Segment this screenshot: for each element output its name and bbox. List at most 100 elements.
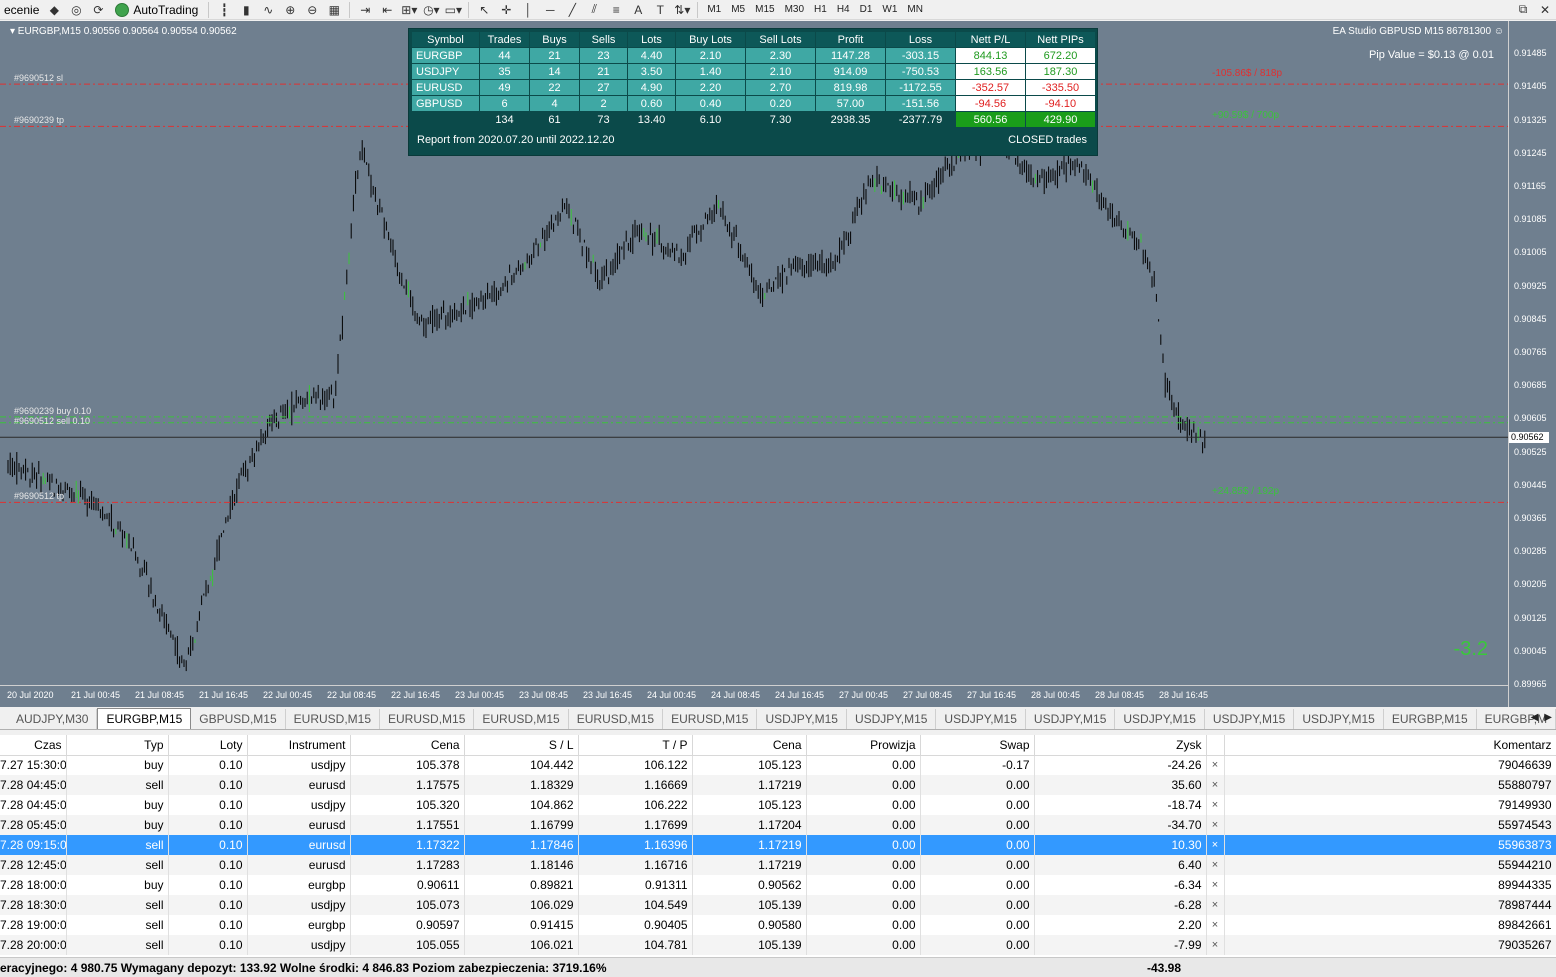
text-icon[interactable]: A [627, 1, 649, 19]
stats-cell-profit: 1147.28 [815, 47, 886, 64]
price-chart[interactable]: ▾ EURGBP,M15 0.90556 0.90564 0.90554 0.9… [0, 21, 1556, 707]
time-tick: 23 Jul 00:45 [455, 690, 505, 700]
column-header[interactable] [1206, 735, 1225, 756]
trade-row[interactable]: 7.28 19:00:00sell0.10eurgbp0.905970.9141… [0, 915, 1556, 935]
arrows-icon[interactable]: ⇅▾ [671, 1, 693, 19]
close-order-icon[interactable]: × [1206, 915, 1225, 935]
trade-cell: sell [66, 835, 169, 855]
cursor-icon[interactable]: ↖ [473, 1, 495, 19]
timeframe-mn[interactable]: MN [902, 1, 928, 19]
column-header[interactable]: Typ [66, 735, 169, 756]
timeframe-h4[interactable]: H4 [832, 1, 855, 19]
zoom-in-icon[interactable]: ⊕ [279, 1, 301, 19]
restore-icon[interactable]: ⧉ [1512, 1, 1534, 19]
close-order-icon[interactable]: × [1206, 835, 1225, 855]
column-header[interactable]: Cena [692, 735, 807, 756]
column-header[interactable]: Swap [920, 735, 1035, 756]
indicators-icon[interactable]: ⊞▾ [398, 1, 420, 19]
column-header[interactable]: Cena [350, 735, 465, 756]
close-order-icon[interactable]: × [1206, 775, 1225, 795]
timeframe-m30[interactable]: M30 [780, 1, 809, 19]
time-axis[interactable]: 20 Jul 2020 21 Jul 00:45 21 Jul 08:45 21 Ju… [0, 685, 1508, 707]
folder-icon[interactable]: ◆ [43, 1, 65, 19]
price-axis[interactable]: 0.91485 0.91405 0.91325 0.91245 0.91165 0.910… [1508, 21, 1556, 707]
stats-cell-nett-pl: 844.13 [955, 47, 1026, 64]
chart-tab[interactable]: USDJPY,M15 [936, 709, 1026, 729]
profiles-icon[interactable]: ◎ [65, 1, 87, 19]
trade-row[interactable]: 7.28 20:00:00sell0.10usdjpy105.055106.02… [0, 935, 1556, 955]
chart-tab[interactable]: USDJPY,M15 [847, 709, 937, 729]
chart-tab[interactable]: EURUSD,M15 [663, 709, 758, 729]
price-tick: 0.90845 [1514, 313, 1547, 324]
tile-windows-icon[interactable]: ▦ [323, 1, 345, 19]
column-header[interactable]: Loty [168, 735, 248, 756]
close-order-icon[interactable]: × [1206, 795, 1225, 815]
column-header[interactable]: Czas [0, 735, 67, 756]
chart-tab[interactable]: USDJPY,M15 [1205, 709, 1295, 729]
column-header[interactable]: Prowizja [806, 735, 921, 756]
timeframe-m15[interactable]: M15 [750, 1, 779, 19]
column-header[interactable]: T / P [578, 735, 693, 756]
channel-icon[interactable]: ⫽ [583, 1, 605, 19]
timeframe-m5[interactable]: M5 [726, 1, 750, 19]
trade-row[interactable]: 7.27 15:30:00buy0.10usdjpy105.378104.442… [0, 755, 1556, 775]
chart-tab[interactable]: EURUSD,M15 [474, 709, 569, 729]
fibonacci-icon[interactable]: ≡ [605, 1, 627, 19]
line-chart-icon[interactable]: ∿ [257, 1, 279, 19]
timeframe-m1[interactable]: M1 [702, 1, 726, 19]
close-order-icon[interactable]: × [1206, 895, 1225, 915]
chart-tab[interactable]: USDJPY,M15 [757, 709, 847, 729]
close-order-icon[interactable]: × [1206, 875, 1225, 895]
trade-row[interactable]: 7.28 12:45:00sell0.10eurusd1.172831.1814… [0, 855, 1556, 875]
zoom-out-icon[interactable]: ⊖ [301, 1, 323, 19]
autotrading-button[interactable]: AutoTrading [109, 2, 204, 17]
timeframe-d1[interactable]: D1 [855, 1, 878, 19]
chart-tab[interactable]: USDJPY,M15 [1026, 709, 1116, 729]
chart-tab[interactable]: EURGBP,M15 [97, 708, 192, 729]
trade-row[interactable]: 7.28 18:30:00sell0.10usdjpy105.073106.02… [0, 895, 1556, 915]
close-order-icon[interactable]: × [1206, 855, 1225, 875]
stats-cell-buy-lots: 0.40 [675, 95, 746, 112]
trade-row[interactable]: 7.28 05:45:00buy0.10eurusd1.175511.16799… [0, 815, 1556, 835]
trendline-icon[interactable]: ╱ [561, 1, 583, 19]
timeframe-w1[interactable]: W1 [877, 1, 902, 19]
tab-prev-icon[interactable]: ◀ [1531, 712, 1539, 723]
templates-icon[interactable]: ▭▾ [442, 1, 464, 19]
chart-tab[interactable]: EURUSD,M15 [569, 709, 664, 729]
close-order-icon[interactable]: × [1206, 755, 1225, 775]
tab-next-icon[interactable]: ▶ [1544, 712, 1552, 723]
chart-tab[interactable]: USDJPY,M15 [1294, 709, 1384, 729]
stats-header-sells: Sells [579, 31, 628, 48]
label-icon[interactable]: T [649, 1, 671, 19]
close-order-icon[interactable]: × [1206, 935, 1225, 955]
periods-icon[interactable]: ◷▾ [420, 1, 442, 19]
horizontal-line-icon[interactable]: ─ [539, 1, 561, 19]
column-header[interactable]: Zysk [1034, 735, 1207, 756]
chart-tab[interactable]: EURUSD,M15 [380, 709, 475, 729]
trade-row[interactable]: 7.28 09:15:00sell0.10eurusd1.173221.1784… [0, 835, 1556, 855]
bar-chart-icon[interactable]: ┇ [213, 1, 235, 19]
chart-tab[interactable]: GBPUSD,M15 [191, 709, 286, 729]
autoscroll-icon[interactable]: ⇥ [354, 1, 376, 19]
trade-cell: 104.549 [578, 895, 693, 915]
trade-row[interactable]: 7.28 18:00:00buy0.10eurgbp0.906110.89821… [0, 875, 1556, 895]
trade-row[interactable]: 7.28 04:45:01buy0.10usdjpy105.320104.862… [0, 795, 1556, 815]
close-order-icon[interactable]: × [1206, 815, 1225, 835]
column-header[interactable]: S / L [464, 735, 579, 756]
chart-tab[interactable]: AUDJPY,M30 [8, 709, 98, 729]
vertical-line-icon[interactable]: │ [517, 1, 539, 19]
menu-text[interactable]: ecenie [0, 3, 43, 17]
refresh-icon[interactable]: ⟳ [87, 1, 109, 19]
timeframe-h1[interactable]: H1 [809, 1, 832, 19]
close-icon[interactable]: ✕ [1534, 1, 1556, 19]
column-header[interactable]: Komentarz [1224, 735, 1556, 756]
chart-tab[interactable]: EURUSD,M15 [286, 709, 381, 729]
candle-chart-icon[interactable]: ▮ [235, 1, 257, 19]
crosshair-icon[interactable]: ✛ [495, 1, 517, 19]
column-header[interactable]: Instrument [247, 735, 351, 756]
trade-cell: 0.10 [168, 755, 248, 775]
chart-tab[interactable]: EURGBP,M15 [1384, 709, 1477, 729]
chart-shift-icon[interactable]: ⇤ [376, 1, 398, 19]
chart-tab[interactable]: USDJPY,M15 [1115, 709, 1205, 729]
trade-row[interactable]: 7.28 04:45:00sell0.10eurusd1.175751.1832… [0, 775, 1556, 795]
